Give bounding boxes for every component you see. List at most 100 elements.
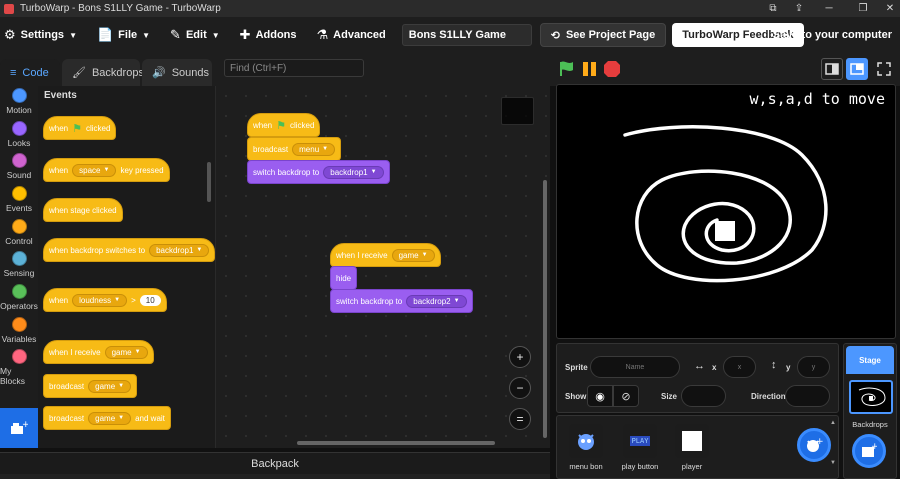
share-icon[interactable]: ⇪	[786, 3, 812, 14]
workspace-vertical-scrollbar[interactable]	[543, 180, 547, 438]
palette-block-when-i-receive[interactable]: when I receive game ▼	[43, 340, 154, 364]
backdrop-dropdown[interactable]: backdrop2 ▼	[406, 294, 467, 308]
scribble-drawing	[623, 125, 828, 283]
add-extension-button[interactable]: +	[0, 408, 38, 448]
category-my-blocks[interactable]: My Blocks	[0, 349, 38, 386]
backdrop-dropdown[interactable]: backdrop1 ▼	[149, 243, 210, 257]
key-dropdown[interactable]: space ▼	[72, 163, 117, 177]
message-dropdown[interactable]: game ▼	[88, 411, 132, 425]
direction-input[interactable]	[785, 385, 830, 407]
add-backdrop-button[interactable]: +	[852, 434, 886, 468]
block-palette: Events when ⚑ clicked when space ▼ key pr…	[38, 86, 215, 448]
palette-block-when-backdrop-switches[interactable]: when backdrop switches to backdrop1 ▼	[43, 238, 215, 262]
size-input[interactable]	[681, 385, 726, 407]
zoom-out-button[interactable]: −	[509, 377, 531, 399]
edit-menu[interactable]: ✎ Edit ▼	[160, 17, 230, 53]
backdrop-dropdown[interactable]: backdrop1 ▼	[323, 165, 384, 179]
show-visible-button[interactable]: ◉	[587, 385, 613, 407]
palette-block-when-loudness[interactable]: when loudness ▼ > 10	[43, 288, 167, 312]
maximize-button[interactable]: ❐	[846, 3, 880, 14]
category-events[interactable]: Events	[0, 186, 38, 213]
green-flag-button[interactable]	[557, 59, 577, 79]
sprite-info-panel: Sprite Name ↔ x x ↕ y y Show ◉ ⊘ Size Di…	[556, 343, 839, 413]
small-stage-button[interactable]	[821, 58, 843, 80]
script-switch-backdrop-2[interactable]: switch backdrop to backdrop2 ▼	[330, 289, 473, 313]
normal-stage-button[interactable]	[846, 58, 868, 80]
palette-block-when-flag-clicked[interactable]: when ⚑ clicked	[43, 116, 117, 140]
stage-tab[interactable]: Stage	[846, 346, 894, 374]
direction-label: Direction	[751, 392, 786, 401]
sprite-play-button[interactable]: PLAY play button	[615, 424, 665, 474]
sprite-menu-bon[interactable]: menu bon	[561, 424, 611, 474]
zoom-out-icon: −	[516, 381, 524, 395]
tab-backdrops[interactable]: 🖌 Backdrops	[62, 59, 144, 86]
category-control[interactable]: Control	[0, 219, 38, 246]
palette-block-broadcast-and-wait[interactable]: broadcast game ▼ and wait	[43, 406, 171, 430]
add-sprite-button[interactable]: +	[797, 428, 831, 462]
script-when-flag-clicked[interactable]: when ⚑ clicked	[247, 113, 321, 137]
hide-button[interactable]: ⊘	[613, 385, 639, 407]
tab-code[interactable]: ≡ Code	[0, 59, 60, 86]
advanced-menu[interactable]: ⚗ Advanced	[307, 17, 396, 53]
file-menu[interactable]: 📄 File ▼	[87, 17, 160, 53]
category-sound[interactable]: Sound	[0, 153, 38, 180]
zoom-in-button[interactable]: +	[509, 346, 531, 368]
loudness-dropdown[interactable]: loudness ▼	[72, 293, 128, 307]
script-hide[interactable]: hide	[330, 266, 358, 290]
edit-label: Edit	[185, 29, 207, 41]
palette-block-broadcast[interactable]: broadcast game ▼	[43, 374, 138, 398]
play-thumb-text: PLAY	[629, 436, 651, 446]
refresh-icon: ⟲	[550, 29, 560, 42]
block-text: when	[49, 123, 69, 133]
message-dropdown[interactable]: game ▼	[88, 379, 132, 393]
category-operators[interactable]: Operators	[0, 284, 38, 311]
y-label: y	[786, 363, 791, 372]
palette-scrollbar[interactable]	[207, 162, 211, 202]
tab-sounds[interactable]: 🔊 Sounds	[142, 59, 212, 86]
script-broadcast[interactable]: broadcast menu ▼	[247, 137, 342, 161]
palette-block-when-key-pressed[interactable]: when space ▼ key pressed	[43, 158, 170, 182]
project-title-input[interactable]: Bons S1LLY Game	[401, 24, 532, 46]
close-button[interactable]: ✕	[880, 3, 900, 14]
fullscreen-button[interactable]	[873, 58, 895, 80]
workspace-horizontal-scrollbar[interactable]	[297, 441, 495, 445]
current-sprite-thumbnail	[501, 97, 534, 125]
dropdown-value: space	[79, 165, 101, 175]
sprite-thumbnail	[675, 424, 709, 458]
loudness-value-input[interactable]: 10	[139, 294, 161, 306]
category-variables[interactable]: Variables	[0, 317, 38, 344]
y-input[interactable]: y	[797, 356, 830, 378]
settings-label: Settings	[20, 29, 65, 41]
stage-target-pane[interactable]: Stage Backdrops +	[843, 343, 897, 479]
sprite-list-scrollbar[interactable]: ▲ ▼	[830, 420, 836, 475]
variables-dot-icon	[11, 317, 27, 332]
minimize-button[interactable]: ─	[812, 3, 846, 14]
pause-button[interactable]	[580, 59, 600, 79]
stage-canvas[interactable]: w,s,a,d to move	[556, 84, 896, 339]
settings-menu[interactable]: ⚙ Settings ▼	[0, 17, 87, 53]
palette-block-when-stage-clicked[interactable]: when stage clicked	[43, 198, 123, 222]
addons-menu[interactable]: ✚ Addons	[230, 17, 307, 53]
script-switch-backdrop[interactable]: switch backdrop to backdrop1 ▼	[247, 160, 390, 184]
backpack-bar[interactable]: Backpack	[0, 452, 550, 474]
category-motion[interactable]: Motion	[0, 88, 38, 115]
message-dropdown[interactable]: game ▼	[391, 248, 435, 262]
zoom-reset-button[interactable]: =	[509, 408, 531, 430]
category-sensing[interactable]: Sensing	[0, 251, 38, 278]
see-project-page-button[interactable]: ⟲ See Project Page	[539, 23, 667, 47]
chevron-down-icon: ▼	[142, 30, 151, 40]
save-to-computer-button[interactable]: Save to your computer	[773, 17, 892, 53]
message-dropdown[interactable]: game ▼	[104, 345, 148, 359]
sprite-player[interactable]: player	[667, 424, 717, 474]
category-label: Control	[5, 236, 33, 246]
sprite-name-input[interactable]: Name	[590, 356, 680, 378]
stop-button[interactable]	[602, 59, 622, 79]
x-input[interactable]: x	[723, 356, 756, 378]
message-dropdown[interactable]: menu ▼	[292, 142, 336, 156]
zoom-reset-icon: =	[516, 412, 524, 426]
category-looks[interactable]: Looks	[0, 121, 38, 148]
find-input[interactable]: Find (Ctrl+F)	[224, 59, 364, 77]
sensing-dot-icon	[11, 251, 27, 266]
extension-icon[interactable]: ⧉	[760, 3, 786, 14]
script-when-i-receive[interactable]: when I receive game ▼	[330, 243, 441, 267]
